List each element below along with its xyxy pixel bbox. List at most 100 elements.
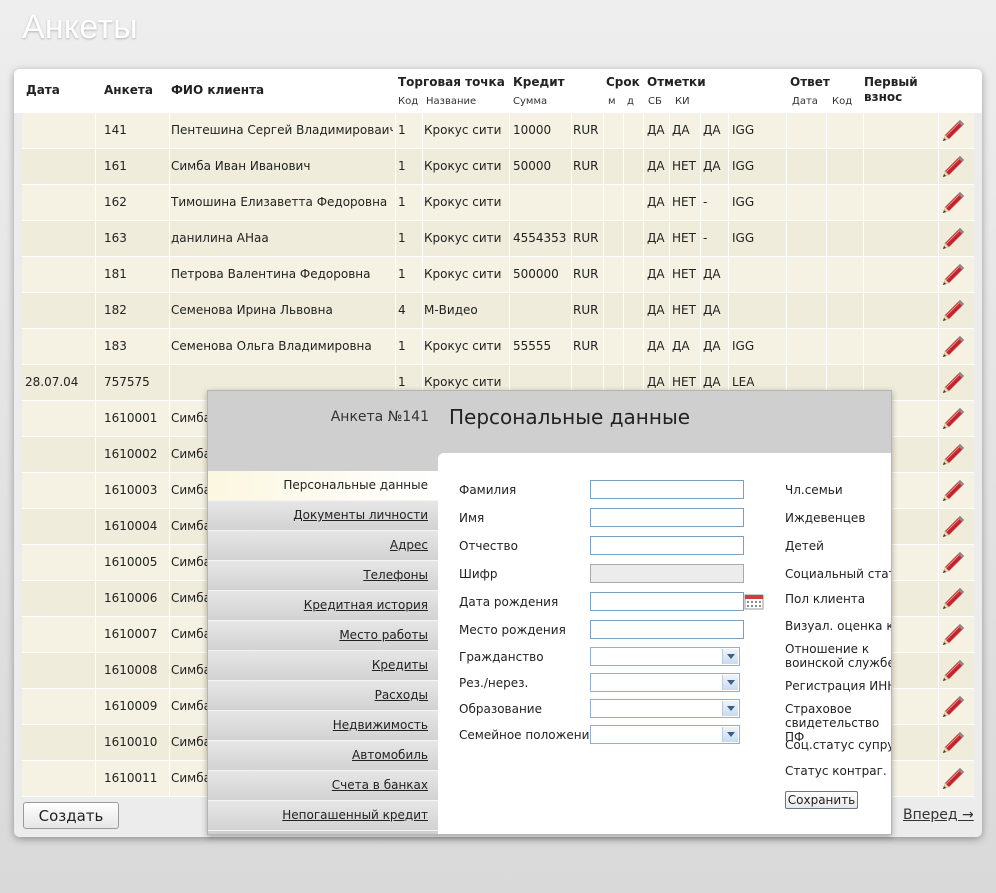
menu-item[interactable]: Непогашенный кредит xyxy=(208,801,438,831)
dialog-title: Персональные данные xyxy=(449,405,691,429)
cell-credit-sum: 50000 xyxy=(513,159,552,173)
birth-date-field[interactable] xyxy=(590,592,744,611)
menu-item[interactable]: Документы личности xyxy=(208,501,438,531)
menu-item[interactable]: Персональные данные xyxy=(208,471,438,501)
save-button[interactable]: Сохранить xyxy=(785,791,858,809)
column-divider xyxy=(509,149,510,184)
table-row[interactable]: 162 Тимошина Елизаветта Федоровна 1 Крокус … xyxy=(22,185,974,221)
pencil-edit-icon[interactable] xyxy=(940,730,966,756)
cell-mark-4: IGG xyxy=(732,231,755,245)
citizenship-select[interactable] xyxy=(590,647,740,666)
pencil-edit-icon[interactable] xyxy=(940,514,966,540)
pencil-edit-icon[interactable] xyxy=(940,370,966,396)
column-divider xyxy=(786,185,787,220)
pencil-edit-icon[interactable] xyxy=(940,622,966,648)
column-divider xyxy=(95,257,96,292)
marital-status-select[interactable] xyxy=(590,725,740,744)
cell-store-code: 1 xyxy=(398,339,406,353)
pencil-edit-icon[interactable] xyxy=(940,190,966,216)
menu-item[interactable]: Кредиты xyxy=(208,651,438,681)
cell-mark-ki: НЕТ xyxy=(672,195,696,209)
cipher-label: Шифр xyxy=(459,567,498,581)
cell-currency: RUR xyxy=(573,159,599,173)
cell-credit-sum: 10000 xyxy=(513,123,552,137)
column-divider xyxy=(938,329,939,364)
menu-item[interactable]: Адрес xyxy=(208,531,438,561)
pencil-edit-icon[interactable] xyxy=(940,334,966,360)
pencil-edit-icon[interactable] xyxy=(940,658,966,684)
cell-mark-sb: ДА xyxy=(647,123,665,137)
menu-item[interactable]: Автомобиль xyxy=(208,741,438,771)
pencil-edit-icon[interactable] xyxy=(940,154,966,180)
column-divider xyxy=(603,113,604,148)
calendar-icon[interactable] xyxy=(744,594,764,610)
menu-item[interactable]: Телефоны xyxy=(208,561,438,591)
cell-store-code: 1 xyxy=(398,159,406,173)
create-button[interactable]: Создать xyxy=(23,802,119,829)
personal-data-dialog: Анкета №141 Персональные данные Персонал… xyxy=(207,390,892,835)
pencil-edit-icon[interactable] xyxy=(940,298,966,324)
table-row[interactable]: 161 Симба Иван Иванович 1 Крокус сити 50000 R… xyxy=(22,149,974,185)
column-divider xyxy=(95,437,96,472)
birth-place-field[interactable] xyxy=(590,620,744,639)
cell-anketa: 1610008 xyxy=(104,663,158,677)
children-label: Детей xyxy=(785,539,824,553)
patronymic-field[interactable] xyxy=(590,536,744,555)
menu-item[interactable]: Недвижимость xyxy=(208,711,438,741)
column-divider xyxy=(95,221,96,256)
table-row[interactable]: 182 Семенова Ирина Львовна 4 М-Видео RUR ДА НЕ… xyxy=(22,293,974,329)
column-divider xyxy=(669,329,670,364)
pencil-edit-icon[interactable] xyxy=(940,262,966,288)
pencil-edit-icon[interactable] xyxy=(940,226,966,252)
menu-item[interactable]: Расходы xyxy=(208,681,438,711)
pencil-edit-icon[interactable] xyxy=(940,694,966,720)
pencil-edit-icon[interactable] xyxy=(940,766,966,792)
pencil-edit-icon[interactable] xyxy=(940,406,966,432)
column-divider xyxy=(623,185,624,220)
name-field[interactable] xyxy=(590,508,744,527)
cell-mark-sb: ДА xyxy=(647,231,665,245)
birth-date-label: Дата рождения xyxy=(459,595,559,609)
residency-select[interactable] xyxy=(590,673,740,692)
spouse-status-label: Соц.статус супруга xyxy=(785,738,891,752)
pencil-edit-icon[interactable] xyxy=(940,118,966,144)
cell-mark-sb: ДА xyxy=(647,159,665,173)
col-answer-code-header: Код xyxy=(832,96,853,107)
surname-field[interactable] xyxy=(590,480,744,499)
cell-anketa: 182 xyxy=(104,303,127,317)
menu-item[interactable]: Место работы xyxy=(208,621,438,651)
column-divider xyxy=(395,149,396,184)
table-row[interactable]: 141 Пентешина Сергей Владимироваич 1 Крокус… xyxy=(22,113,974,149)
cell-fio: Пентешина Сергей Владимироваич xyxy=(171,123,393,137)
column-divider xyxy=(643,113,644,148)
column-divider xyxy=(938,401,939,436)
column-divider xyxy=(938,185,939,220)
table-row[interactable]: 163 данилина АНаа 1 Крокус сити 4554353 RUR ДА… xyxy=(22,221,974,257)
column-divider xyxy=(95,473,96,508)
column-divider xyxy=(938,365,939,400)
cell-store-name: Крокус сити xyxy=(424,195,502,209)
column-divider xyxy=(826,257,827,292)
cell-store-code: 1 xyxy=(398,123,406,137)
pencil-edit-icon[interactable] xyxy=(940,550,966,576)
column-divider xyxy=(603,185,604,220)
column-divider xyxy=(571,221,572,256)
table-row[interactable]: 183 Семенова Ольга Владимировна 1 Крокус си… xyxy=(22,329,974,365)
column-divider xyxy=(826,149,827,184)
family-members-label: Чл.семьи xyxy=(785,483,843,497)
social-status-label: Социальный статус xyxy=(785,567,891,581)
cell-fio: данилина АНаа xyxy=(171,231,269,245)
pencil-edit-icon[interactable] xyxy=(940,442,966,468)
menu-item[interactable]: Счета в банках xyxy=(208,771,438,801)
column-divider xyxy=(509,221,510,256)
col-credit-sum-header: Сумма xyxy=(513,96,548,107)
column-divider xyxy=(395,221,396,256)
next-page-link[interactable]: Вперед → xyxy=(903,807,974,823)
cell-credit-sum: 4554353 xyxy=(513,231,567,245)
education-select[interactable] xyxy=(590,699,740,718)
pencil-edit-icon[interactable] xyxy=(940,586,966,612)
table-row[interactable]: 181 Петрова Валентина Федоровна 1 Крокус си… xyxy=(22,257,974,293)
menu-item[interactable]: Кредитная история xyxy=(208,591,438,621)
pencil-edit-icon[interactable] xyxy=(940,478,966,504)
column-divider xyxy=(669,185,670,220)
